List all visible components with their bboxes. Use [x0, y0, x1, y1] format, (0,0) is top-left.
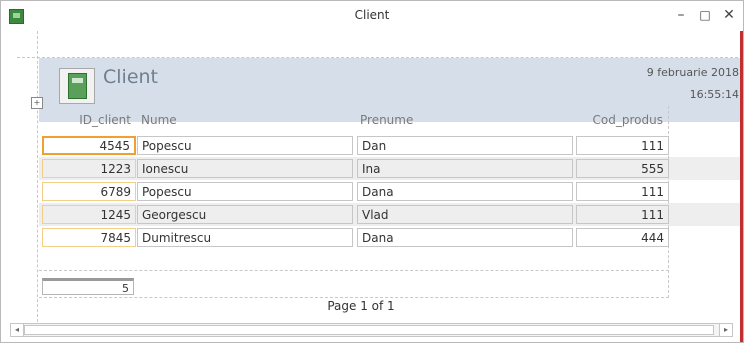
minimize-button[interactable]: – — [671, 5, 691, 25]
cell-nume[interactable]: Georgescu — [137, 205, 353, 224]
scroll-left-icon[interactable]: ◂ — [11, 324, 24, 336]
cell-id-client[interactable]: 1223 — [42, 159, 136, 178]
cell-cod-produs[interactable]: 111 — [576, 182, 669, 201]
move-handle-icon[interactable]: + — [31, 97, 43, 109]
cell-id-client[interactable]: 6789 — [42, 182, 136, 201]
guide-line — [668, 106, 669, 298]
cell-id-client[interactable]: 7845 — [42, 228, 136, 247]
cell-nume[interactable]: Popescu — [137, 182, 353, 201]
horizontal-scrollbar[interactable]: ◂ ▸ — [10, 323, 733, 337]
column-header-prenume[interactable]: Prenume — [360, 113, 413, 127]
table-row: 4545 Popescu Dan 111 — [39, 134, 743, 157]
title-bar: Client – □ ✕ — [1, 1, 743, 31]
cell-cod-produs[interactable]: 444 — [576, 228, 669, 247]
cell-cod-produs[interactable]: 111 — [576, 205, 669, 224]
table-row: 6789 Popescu Dana 111 — [39, 180, 743, 203]
window-border-accent — [740, 31, 743, 342]
cell-id-client[interactable]: 4545 — [42, 136, 136, 155]
scroll-right-icon[interactable]: ▸ — [719, 324, 732, 336]
guide-line — [37, 31, 38, 322]
cell-id-client[interactable]: 1245 — [42, 205, 136, 224]
cell-nume[interactable]: Ionescu — [137, 159, 353, 178]
cell-prenume[interactable]: Dan — [357, 136, 573, 155]
cell-prenume[interactable]: Dana — [357, 182, 573, 201]
table-row: 1245 Georgescu Vlad 111 — [39, 203, 743, 226]
cell-nume[interactable]: Dumitrescu — [137, 228, 353, 247]
table-row: 1223 Ionescu Ina 555 — [39, 157, 743, 180]
report-canvas: Client 9 februarie 2018 16:55:14 + ID_cl… — [9, 31, 743, 322]
window-title: Client — [354, 8, 390, 22]
column-header-id-client[interactable]: ID_client — [55, 113, 131, 127]
guide-line — [39, 297, 669, 298]
scroll-thumb[interactable] — [24, 325, 714, 335]
close-button[interactable]: ✕ — [719, 5, 739, 25]
cell-prenume[interactable]: Dana — [357, 228, 573, 247]
guide-line — [39, 270, 669, 271]
column-header-cod-produs[interactable]: Cod_produs — [577, 113, 663, 127]
column-header-nume[interactable]: Nume — [141, 113, 177, 127]
maximize-button[interactable]: □ — [695, 5, 715, 25]
cell-prenume[interactable]: Ina — [357, 159, 573, 178]
cell-cod-produs[interactable]: 111 — [576, 136, 669, 155]
cell-prenume[interactable]: Vlad — [357, 205, 573, 224]
record-count[interactable]: 5 — [42, 278, 134, 295]
report-title[interactable]: Client — [103, 66, 158, 88]
report-time[interactable]: 16:55:14 — [690, 88, 739, 101]
report-date[interactable]: 9 februarie 2018 — [647, 66, 739, 79]
report-book-icon — [59, 68, 95, 104]
page-number[interactable]: Page 1 of 1 — [9, 299, 713, 313]
table-row: 7845 Dumitrescu Dana 444 — [39, 226, 743, 249]
cell-nume[interactable]: Popescu — [137, 136, 353, 155]
report-window: Client – □ ✕ Client 9 februarie 2018 16:… — [0, 0, 744, 343]
cell-cod-produs[interactable]: 555 — [576, 159, 669, 178]
